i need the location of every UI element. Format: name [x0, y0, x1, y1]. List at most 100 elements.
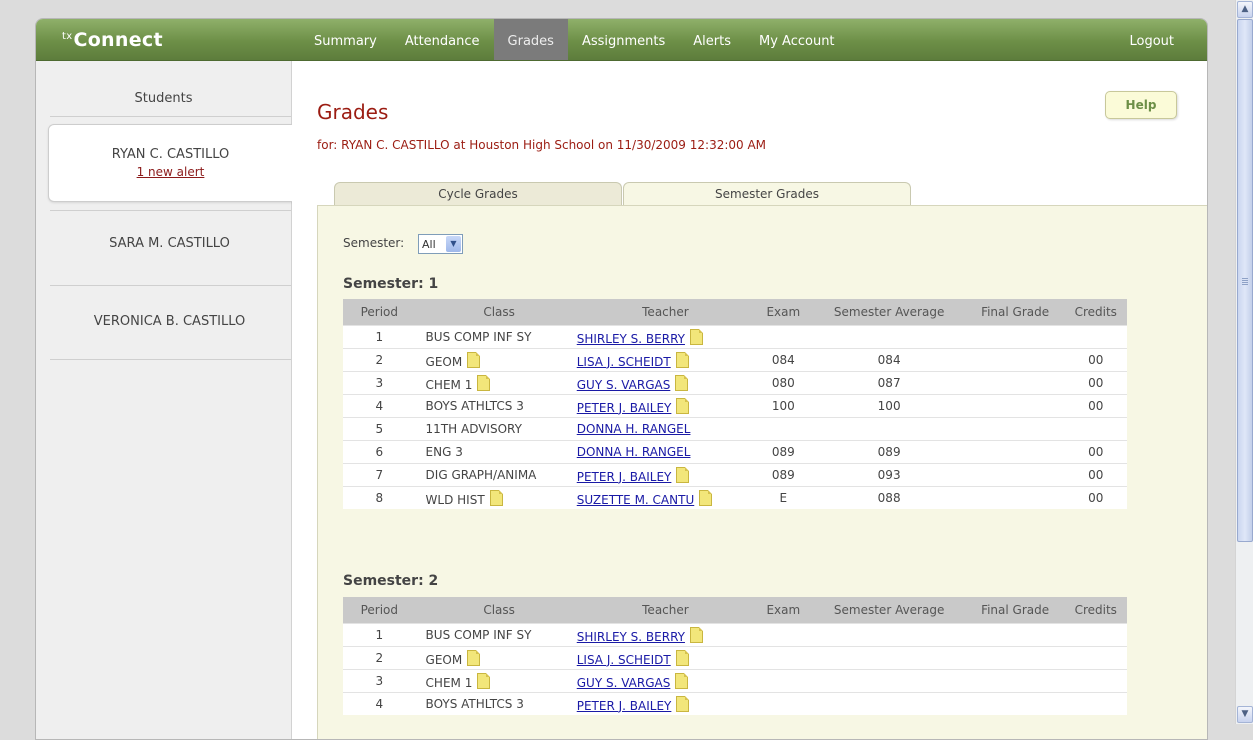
student-veronica[interactable]: VERONICA B. CASTILLO [48, 314, 291, 329]
note-icon[interactable] [467, 351, 481, 368]
note-icon[interactable] [675, 374, 689, 391]
class-cell: 11TH ADVISORY [415, 417, 573, 441]
note-icon[interactable] [699, 489, 713, 506]
teacher-email-link[interactable]: GUY S. VARGAS [577, 378, 671, 392]
divider [50, 285, 291, 286]
table-row: 4 BOYS ATHLTCS 3 PETER J. BAILEY 100 100 00 [343, 394, 1127, 418]
period-cell: 2 [343, 348, 416, 372]
semester-select-value: All [422, 238, 436, 251]
semester-average-cell [812, 623, 966, 647]
semester-average-cell [812, 669, 966, 693]
credits-cell [1064, 325, 1127, 349]
student-ryan[interactable]: RYAN C. CASTILLO 1 new alert [48, 124, 292, 202]
nav-assignments[interactable]: Assignments [568, 19, 679, 60]
help-button[interactable]: Help [1105, 91, 1177, 119]
semester-grades-panel: Semester: All ▼ Semester: 1 Period Class T… [317, 205, 1207, 739]
final-grade-cell [965, 646, 1065, 670]
note-icon[interactable] [477, 672, 491, 689]
grades-table: Period Class Teacher Exam Semester Average Fi… [343, 597, 1127, 715]
teacher-email-link[interactable]: GUY S. VARGAS [577, 676, 671, 690]
semester-average-cell [812, 417, 966, 441]
nav-grades[interactable]: Grades [493, 19, 568, 60]
scroll-up-icon[interactable]: ▲ [1237, 1, 1253, 18]
nav-summary[interactable]: Summary [300, 19, 391, 60]
txconnect-logo[interactable]: txConnect [62, 29, 163, 51]
grades-table: Period Class Teacher Exam Semester Average Fi… [343, 299, 1127, 509]
note-icon[interactable] [689, 328, 703, 345]
note-icon[interactable] [675, 649, 689, 666]
class-name: DIG GRAPH/ANIMA [425, 468, 537, 482]
exam-cell [754, 325, 813, 349]
teacher-email-link[interactable]: SHIRLEY S. BERRY [577, 630, 685, 644]
class-cell: DIG GRAPH/ANIMA [415, 463, 573, 487]
final-grade-cell [965, 394, 1065, 418]
teacher-email-link[interactable]: DONNA H. RANGEL [577, 445, 691, 459]
col-class-header: Class [415, 597, 573, 624]
teacher-cell: LISA J. SCHEIDT [572, 646, 755, 670]
teacher-email-link[interactable]: PETER J. BAILEY [577, 401, 672, 415]
chevron-down-icon[interactable]: ▼ [446, 236, 461, 252]
period-cell: 7 [343, 463, 416, 487]
nav-alerts[interactable]: Alerts [679, 19, 745, 60]
top-nav-bar: txConnect Summary Attendance Grades Assi… [36, 19, 1207, 61]
teacher-cell: DONNA H. RANGEL [572, 440, 755, 464]
final-grade-cell [965, 623, 1065, 647]
class-cell: BOYS ATHLTCS 3 [415, 394, 573, 418]
teacher-email-link[interactable]: PETER J. BAILEY [577, 699, 672, 713]
credits-cell: 00 [1064, 486, 1127, 509]
teacher-cell: SUZETTE M. CANTU [572, 486, 755, 509]
logo-text: Connect [73, 29, 163, 51]
class-name: GEOM [425, 354, 463, 369]
period-cell: 6 [343, 440, 416, 464]
class-cell: BOYS ATHLTCS 3 [415, 692, 573, 715]
period-cell: 4 [343, 394, 416, 418]
class-name: CHEM 1 [425, 377, 473, 392]
exam-cell: 100 [754, 394, 813, 418]
note-icon[interactable] [676, 466, 690, 483]
note-icon[interactable] [477, 374, 491, 391]
table-row: 1 BUS COMP INF SY SHIRLEY S. BERRY [343, 325, 1127, 349]
credits-cell: 00 [1064, 440, 1127, 464]
logout-link[interactable]: Logout [1129, 19, 1174, 64]
class-cell: BUS COMP INF SY [415, 325, 573, 349]
final-grade-cell [965, 348, 1065, 372]
note-icon[interactable] [467, 649, 481, 666]
tab-semester-grades[interactable]: Semester Grades [623, 182, 911, 206]
nav-attendance[interactable]: Attendance [391, 19, 494, 60]
teacher-email-link[interactable]: SHIRLEY S. BERRY [577, 332, 685, 346]
teacher-email-link[interactable]: LISA J. SCHEIDT [577, 653, 671, 667]
class-cell: CHEM 1 [415, 371, 573, 395]
student-sara[interactable]: SARA M. CASTILLO [48, 236, 291, 251]
table-header-row: Period Class Teacher Exam Semester Average Fi… [343, 597, 1127, 624]
class-cell: WLD HIST [415, 486, 573, 509]
period-cell: 3 [343, 371, 416, 395]
note-icon[interactable] [676, 695, 690, 712]
teacher-email-link[interactable]: PETER J. BAILEY [577, 470, 672, 484]
teacher-email-link[interactable]: DONNA H. RANGEL [577, 422, 691, 436]
note-icon[interactable] [675, 672, 689, 689]
semester-average-cell: 087 [812, 371, 966, 395]
credits-cell: 00 [1064, 371, 1127, 395]
credits-cell [1064, 417, 1127, 441]
scrollbar-thumb[interactable] [1237, 19, 1253, 542]
teacher-email-link[interactable]: SUZETTE M. CANTU [577, 493, 695, 507]
vertical-scrollbar[interactable]: ▲ ▼ [1235, 0, 1253, 724]
page-title: Grades [317, 100, 389, 124]
col-period-header: Period [343, 597, 416, 624]
final-grade-cell [965, 417, 1065, 441]
scroll-down-icon[interactable]: ▼ [1237, 706, 1253, 723]
credits-cell [1064, 692, 1127, 715]
teacher-email-link[interactable]: LISA J. SCHEIDT [577, 355, 671, 369]
note-icon[interactable] [675, 351, 689, 368]
teacher-cell: PETER J. BAILEY [572, 394, 755, 418]
nav-my-account[interactable]: My Account [745, 19, 849, 60]
note-icon[interactable] [689, 626, 703, 643]
new-alert-link[interactable]: 1 new alert [137, 165, 205, 179]
note-icon[interactable] [489, 489, 503, 506]
col-credits-header: Credits [1064, 299, 1127, 326]
semester-average-cell: 088 [812, 486, 966, 509]
note-icon[interactable] [676, 397, 690, 414]
semester-select[interactable]: All ▼ [418, 234, 463, 254]
tab-cycle-grades[interactable]: Cycle Grades [334, 182, 622, 205]
credits-cell: 00 [1064, 348, 1127, 372]
